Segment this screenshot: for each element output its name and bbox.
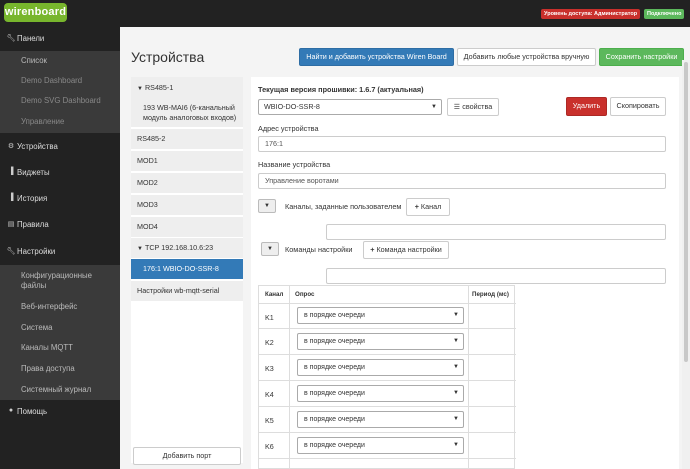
- channel-k4-label: K4: [265, 390, 274, 399]
- save-settings-button[interactable]: Сохранить настройки: [599, 48, 684, 66]
- channel-k3-label: K3: [265, 364, 274, 373]
- chevron-down-icon: ▼: [453, 416, 459, 422]
- page-title: Устройства: [131, 49, 205, 65]
- channel-k5-poll-select[interactable]: в порядке очереди ▼: [297, 411, 464, 428]
- sidebar-subitem-access-rights[interactable]: Права доступа: [0, 358, 120, 379]
- question-circle-icon: ●: [8, 407, 14, 414]
- channel-k4-poll-select[interactable]: в порядке очереди ▼: [297, 385, 464, 402]
- channel-k6-label: K6: [265, 442, 274, 451]
- channel-k2-poll-select[interactable]: в порядке очереди ▼: [297, 333, 464, 350]
- sidebar-subitem-mqtt-channels[interactable]: Каналы MQTT: [0, 338, 120, 358]
- column-header-poll: Опрос: [295, 291, 315, 298]
- port-rs485-2[interactable]: RS485-2: [131, 129, 243, 149]
- column-header-period: Период (мс): [472, 291, 509, 298]
- setup-commands-toggle[interactable]: ▼: [261, 242, 279, 256]
- add-any-devices-button[interactable]: Добавить любые устройства вручную: [457, 48, 596, 66]
- port-rs485-1[interactable]: ▼ RS485-1: [131, 77, 243, 97]
- bar-chart-icon: ▐: [8, 194, 14, 201]
- port-mqtt-serial-settings[interactable]: Настройки wb-mqtt-serial: [131, 281, 243, 301]
- channel-k3-poll-select[interactable]: в порядке очереди ▼: [297, 359, 464, 376]
- channel-k5-label: K5: [265, 416, 274, 425]
- device-type-select[interactable]: WBIO-DO-SSR-8 ▼: [258, 99, 442, 115]
- document-icon: ▤: [7, 221, 15, 228]
- channel-k6-poll-select[interactable]: в порядке очереди ▼: [297, 437, 464, 454]
- channel-k1-poll-select[interactable]: в порядке очереди ▼: [297, 307, 464, 324]
- connection-status-badge: Подключено: [644, 9, 685, 19]
- sidebar-subitem-management[interactable]: Управление: [0, 111, 120, 133]
- properties-button[interactable]: ☰ свойства: [447, 98, 499, 116]
- sidebar: 🔧︎ Панели Список Demo Dashboard Demo SVG…: [0, 27, 120, 469]
- port-mod1[interactable]: MOD1: [131, 151, 243, 171]
- wrench-icon: 🔧︎: [6, 35, 16, 42]
- sidebar-subitem-system[interactable]: Система: [0, 317, 120, 338]
- port-mod2[interactable]: MOD2: [131, 173, 243, 193]
- chevron-down-icon: ▼: [453, 390, 459, 396]
- access-level-badge[interactable]: Уровень доступа: Администратор: [541, 9, 641, 19]
- list-icon: ☰: [453, 102, 461, 111]
- device-name-input[interactable]: Управление воротами: [258, 173, 666, 189]
- device-address-input[interactable]: 176:1: [258, 136, 666, 152]
- plus-icon: +: [414, 202, 419, 211]
- sidebar-subitem-demo-dashboard[interactable]: Demo Dashboard: [0, 71, 120, 91]
- device-name-label: Название устройства: [258, 160, 331, 169]
- add-setup-command-button[interactable]: + Команда настройки: [363, 241, 449, 259]
- setup-commands-label: Команды настройки: [285, 245, 353, 254]
- sidebar-item-help[interactable]: ● Помощь: [0, 407, 120, 419]
- chevron-down-icon: ▼: [453, 442, 459, 448]
- sidebar-item-settings[interactable]: 🔧︎ Настройки: [0, 247, 120, 259]
- wrench-icon: 🔧︎: [6, 248, 16, 255]
- sidebar-item-widgets[interactable]: ▐ Виджеты: [0, 168, 120, 180]
- gear-icon: ⚙: [7, 143, 15, 150]
- user-channels-toggle[interactable]: ▼: [258, 199, 276, 213]
- chevron-down-icon: ▼: [453, 364, 459, 370]
- copy-device-button[interactable]: Скопировать: [610, 97, 666, 116]
- add-channel-button[interactable]: + Канал: [406, 198, 450, 216]
- port-mod3[interactable]: MOD3: [131, 195, 243, 215]
- channels-table: Канал Опрос Период (мс) K1 в порядке оче…: [258, 285, 516, 469]
- sidebar-subitem-config-files[interactable]: Конфигурационные файлы: [0, 265, 120, 297]
- scrollbar-thumb[interactable]: [684, 62, 688, 362]
- sidebar-subitem-list[interactable]: Список: [0, 51, 120, 71]
- sidebar-subitem-demo-svg-dashboard[interactable]: Demo SVG Dashboard: [0, 91, 120, 111]
- chevron-down-icon: ▼: [267, 246, 273, 252]
- chevron-down-icon: ▼: [137, 86, 143, 92]
- sidebar-subitem-system-log[interactable]: Системный журнал: [0, 379, 120, 400]
- port-list: ▼ RS485-1 193 WB-MAI6 (6-канальный модуль…: [131, 77, 243, 465]
- sidebar-item-rules[interactable]: ▤ Правила: [0, 220, 120, 232]
- top-navbar: wirenboard Уровень доступа: Администрато…: [0, 0, 690, 27]
- device-address-label: Адрес устройства: [258, 124, 319, 133]
- port-tcp[interactable]: ▼ TCP 192.168.10.6:23: [131, 238, 243, 258]
- sidebar-item-panels[interactable]: 🔧︎ Панели: [0, 34, 120, 46]
- chevron-down-icon: ▼: [453, 338, 459, 344]
- firmware-version-label: Текущая версия прошивки: 1.6.7 (актуальн…: [258, 85, 424, 94]
- chevron-down-icon: ▼: [264, 203, 270, 209]
- chevron-down-icon: ▼: [137, 246, 143, 252]
- user-channels-label: Каналы, заданные пользователем: [285, 202, 402, 211]
- column-header-channel: Канал: [265, 291, 284, 298]
- setup-commands-field[interactable]: [326, 268, 666, 284]
- port-device-item-selected[interactable]: 176:1 WBIO-DO-SSR-8: [131, 259, 243, 279]
- chevron-down-icon: ▼: [431, 104, 437, 110]
- port-mod4[interactable]: MOD4: [131, 217, 243, 237]
- delete-device-button[interactable]: Удалить: [566, 97, 607, 116]
- page-scrollbar[interactable]: [682, 60, 690, 469]
- channel-k1-label: K1: [265, 313, 274, 322]
- user-channels-field[interactable]: [326, 224, 666, 240]
- wirenboard-logo[interactable]: wirenboard: [4, 3, 67, 22]
- find-add-devices-button[interactable]: Найти и добавить устройства Wiren Board: [299, 48, 454, 66]
- sidebar-item-devices[interactable]: ⚙ Устройства: [0, 142, 120, 154]
- channel-k2-label: K2: [265, 338, 274, 347]
- bar-chart-icon: ▐: [8, 168, 14, 175]
- plus-icon: +: [370, 245, 375, 254]
- sidebar-item-history[interactable]: ▐ История: [0, 194, 120, 206]
- add-port-button[interactable]: Добавить порт: [133, 447, 241, 465]
- chevron-down-icon: ▼: [453, 312, 459, 318]
- sidebar-subitem-web-ui[interactable]: Веб-интерфейс: [0, 297, 120, 317]
- port-device-item[interactable]: 193 WB-MAI6 (6-канальный модуль аналогов…: [131, 97, 243, 127]
